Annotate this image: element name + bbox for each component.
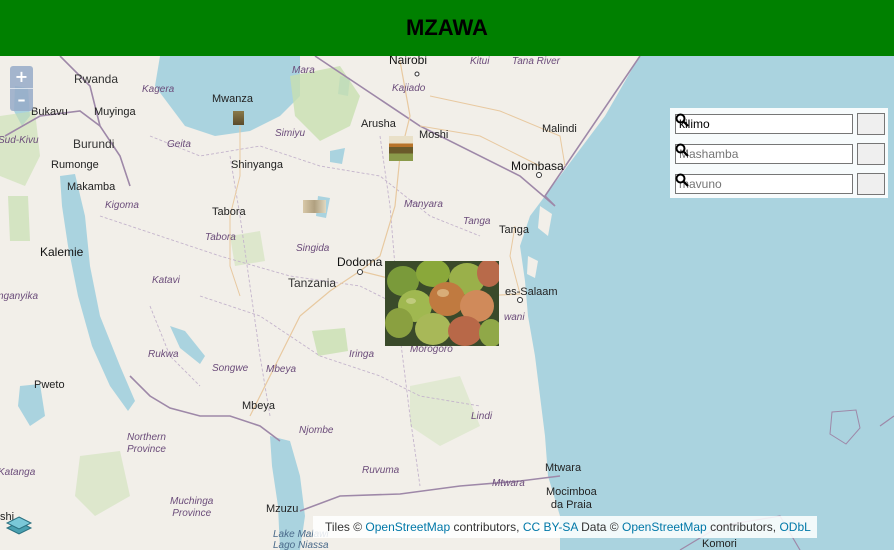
search-button-1[interactable] <box>675 113 885 135</box>
photo-marker-mwanza[interactable] <box>233 111 244 125</box>
photo-marker-singida[interactable] <box>303 200 326 213</box>
search-button-3[interactable] <box>675 173 885 195</box>
attribution-data-prefix: Data © <box>581 520 619 534</box>
city-label-mbeya: Mbeya <box>242 400 276 412</box>
region-label-njombe: Njombe <box>299 425 334 436</box>
zoom-control: + – <box>10 66 33 111</box>
region-label-katanga: Katanga <box>0 467 36 478</box>
attribution-tiles-prefix: Tiles © <box>325 520 363 534</box>
city-label-tanga: Tanga <box>499 224 529 236</box>
search-icon <box>675 143 689 157</box>
city-label-mocimboa: Mocimboa da Praia <box>546 486 597 511</box>
search-input-mavuno[interactable] <box>675 174 853 194</box>
region-label-tabora: Tabora <box>205 232 236 243</box>
app-title: MZAWA <box>406 15 488 40</box>
region-label-pwani: wani <box>504 312 525 323</box>
region-label-northern-province: Northern Province <box>127 432 166 455</box>
region-label-kigoma: Kigoma <box>105 200 139 211</box>
region-label-mtwara: Mtwara <box>492 478 525 489</box>
city-label-dodoma: Dodoma <box>337 255 383 269</box>
region-label-lindi: Lindi <box>471 411 493 422</box>
city-label-muyinga: Muyinga <box>94 106 136 118</box>
region-label-singida: Singida <box>296 243 330 254</box>
region-label-tanga: Tanga <box>463 216 491 227</box>
country-label-burundi: Burundi <box>73 137 115 151</box>
region-label-ruvuma: Ruvuma <box>362 465 400 476</box>
photo-marker-arusha[interactable] <box>389 136 413 161</box>
region-label-sud-kivu: Sud-Kivu <box>0 135 39 146</box>
search-button-2[interactable] <box>675 143 885 165</box>
search-panel <box>670 108 888 198</box>
region-label-mara: Mara <box>292 65 315 76</box>
region-label-iringa: Iringa <box>349 349 375 360</box>
region-label-geita: Geita <box>167 139 191 150</box>
region-label-kajiado: Kajiado <box>392 83 426 94</box>
search-input-mashamba[interactable] <box>675 144 853 164</box>
search-icon <box>675 113 689 127</box>
region-label-simiyu: Simiyu <box>275 128 306 139</box>
layers-icon <box>5 516 33 535</box>
city-label-nairobi: Nairobi <box>389 56 428 67</box>
map-view[interactable]: Nairobi Mara Kitui Tana River Rwanda Kag… <box>0 56 894 550</box>
city-label-mtwara: Mtwara <box>545 462 582 474</box>
city-label-malindi: Malindi <box>542 123 577 135</box>
attribution-odbl-link[interactable]: ODbL <box>779 520 810 534</box>
attribution-osm-link[interactable]: OpenStreetMap <box>365 520 450 534</box>
city-label-mombasa: Mombasa <box>511 159 564 173</box>
city-label-moshi: Moshi <box>419 129 449 141</box>
map-attribution: Tiles © OpenStreetMap contributors, CC B… <box>313 516 817 538</box>
attribution-contributors: contributors, <box>453 520 520 534</box>
region-label-tana-river: Tana River <box>512 56 560 67</box>
city-label-dar-es-salaam: es-Salaam <box>505 286 558 298</box>
attribution-contributors-2: contributors, <box>710 520 777 534</box>
mango-photo-marker[interactable] <box>385 261 499 346</box>
city-label-mzuzu: Mzuzu <box>266 503 299 515</box>
city-label-rumonge: Rumonge <box>51 159 99 171</box>
region-label-katavi: Katavi <box>152 275 180 286</box>
city-label-komori: Komori <box>702 538 737 550</box>
city-label-arusha: Arusha <box>361 118 396 130</box>
city-label-pweto: Pweto <box>34 379 65 391</box>
search-row-1 <box>675 113 885 135</box>
country-label-tanzania: Tanzania <box>288 276 337 290</box>
country-label-rwanda: Rwanda <box>74 72 119 86</box>
mango-photo <box>385 261 499 346</box>
city-label-mwanza: Mwanza <box>212 93 253 105</box>
region-label-muchinga: Muchinga Province <box>170 496 214 519</box>
attribution-cc-link[interactable]: CC BY-SA <box>523 520 578 534</box>
city-label-shinyanga: Shinyanga <box>231 159 283 171</box>
region-label-kagera: Kagera <box>142 84 175 95</box>
city-label-tabora: Tabora <box>212 206 246 218</box>
region-label-songwe: Songwe <box>212 363 249 374</box>
app-header: MZAWA <box>0 0 894 56</box>
search-input-kilimo[interactable] <box>675 114 853 134</box>
region-label-tanganyika: nganyika <box>0 291 39 302</box>
search-row-3 <box>675 173 885 195</box>
layers-control[interactable] <box>4 512 34 542</box>
zoom-out-button[interactable]: – <box>10 88 33 111</box>
region-label-rukwa: Rukwa <box>148 349 179 360</box>
region-label-morogoro: Morogoro <box>410 344 453 355</box>
city-label-makamba: Makamba <box>67 181 116 193</box>
region-label-mbeya: Mbeya <box>266 364 297 375</box>
city-label-kalemie: Kalemie <box>40 245 84 259</box>
region-label-kitui: Kitui <box>470 56 490 67</box>
city-label-bukavu: Bukavu <box>31 106 68 118</box>
region-label-manyara: Manyara <box>404 199 443 210</box>
attribution-osm-link-2[interactable]: OpenStreetMap <box>622 520 707 534</box>
search-row-2 <box>675 143 885 165</box>
zoom-in-button[interactable]: + <box>10 66 33 88</box>
search-icon <box>675 173 689 187</box>
